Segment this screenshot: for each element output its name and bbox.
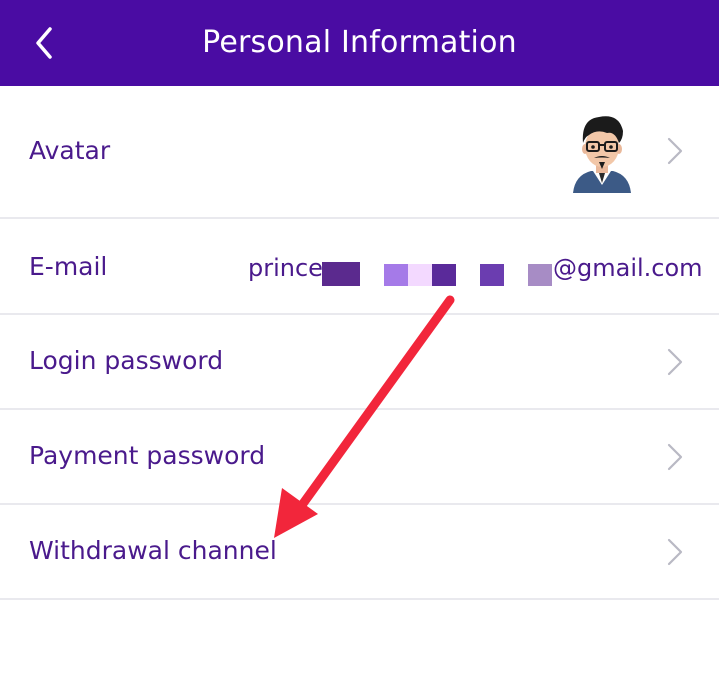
chevron-right-icon <box>667 137 683 165</box>
redaction-block <box>528 264 552 286</box>
app-header: Personal Information <box>0 0 719 86</box>
login-password-row[interactable]: Login password <box>0 315 719 410</box>
payment-password-label: Payment password <box>29 441 266 470</box>
avatar-label: Avatar <box>29 136 111 165</box>
redaction-block <box>480 264 504 286</box>
redaction-block <box>384 264 408 286</box>
chevron-right-icon <box>667 538 683 566</box>
withdrawal-channel-row[interactable]: Withdrawal channel <box>0 505 719 600</box>
withdrawal-channel-label: Withdrawal channel <box>29 536 277 565</box>
payment-password-row[interactable]: Payment password <box>0 410 719 505</box>
email-label: E-mail <box>29 252 108 281</box>
redaction-block <box>408 264 432 286</box>
page-title: Personal Information <box>202 25 517 60</box>
chevron-right-icon <box>667 348 683 376</box>
login-password-label: Login password <box>29 346 224 375</box>
chevron-right-icon <box>667 443 683 471</box>
redaction-block <box>322 262 360 286</box>
redaction-block <box>432 264 456 286</box>
email-suffix: @gmail.com <box>553 254 703 282</box>
avatar[interactable] <box>569 109 635 193</box>
